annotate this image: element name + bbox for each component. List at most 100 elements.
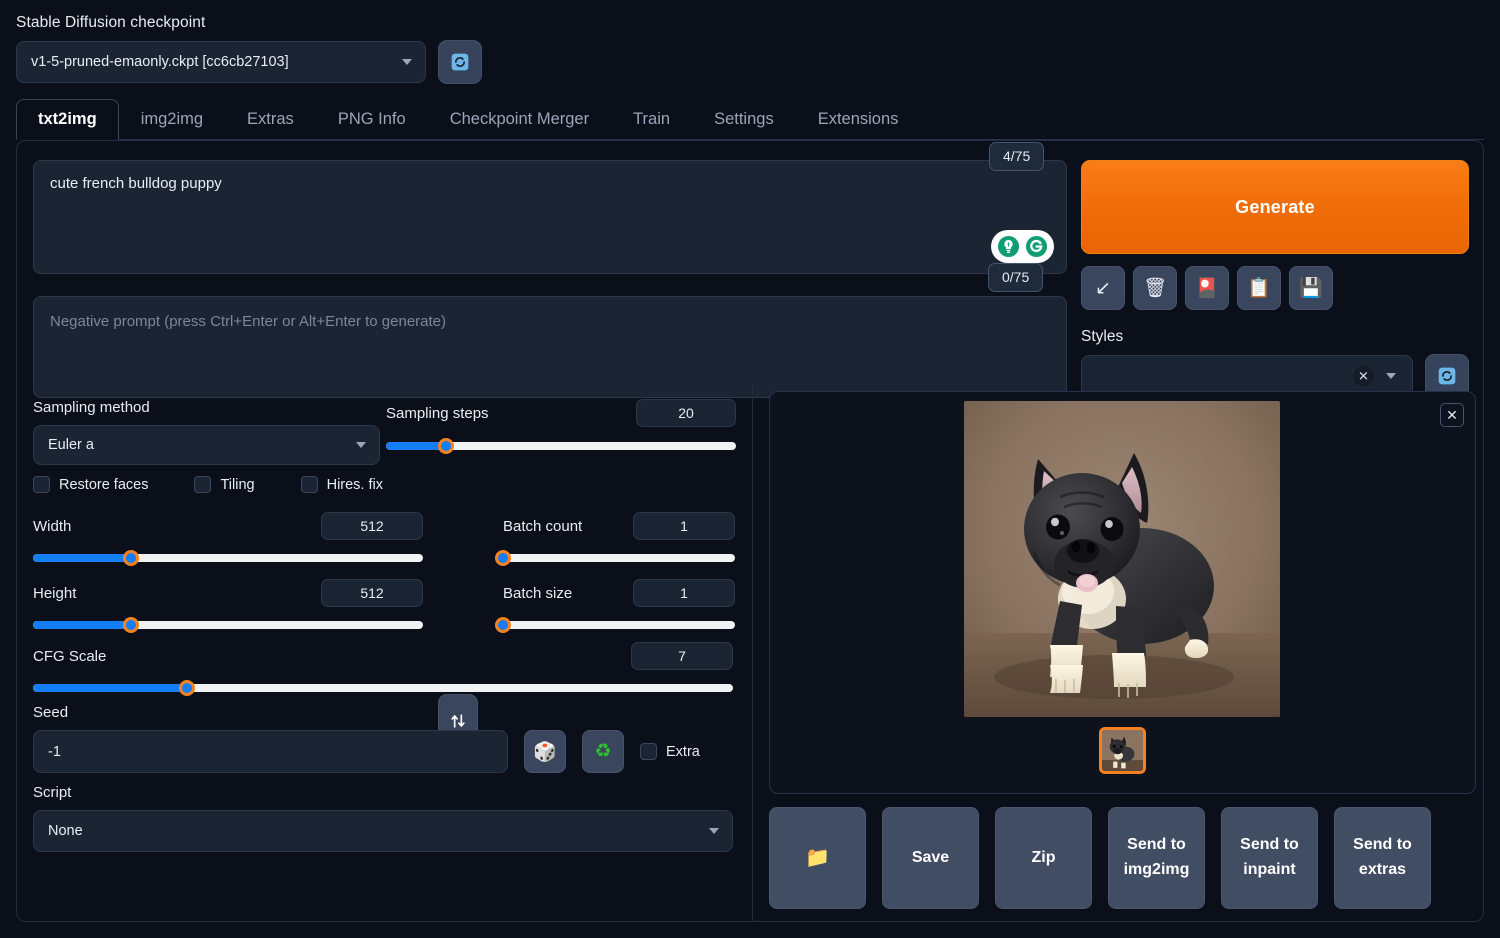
height-label: Height — [33, 584, 77, 602]
save-style-button[interactable]: 💾 — [1289, 266, 1333, 310]
height-slider[interactable] — [33, 617, 423, 633]
restore-faces-label: Restore faces — [59, 476, 149, 493]
tab-extensions[interactable]: Extensions — [796, 99, 921, 139]
main-tab-bar: txt2img img2img Extras PNG Info Checkpoi… — [16, 98, 1484, 140]
chevron-down-icon — [356, 442, 366, 448]
slider-thumb[interactable] — [122, 550, 139, 566]
slider-thumb[interactable] — [122, 617, 139, 633]
checkbox-icon[interactable] — [33, 476, 50, 493]
zip-button[interactable]: Zip — [995, 807, 1092, 909]
send-to-extras-button[interactable]: Send to extras — [1334, 807, 1431, 909]
extra-label: Extra — [666, 743, 700, 760]
floppy-disk-icon: 💾 — [1299, 278, 1323, 299]
checkbox-icon[interactable] — [194, 476, 212, 493]
width-label: Width — [33, 517, 72, 535]
script-dropdown[interactable]: None — [33, 810, 733, 852]
styles-label: Styles — [1081, 328, 1124, 345]
apply-style-button[interactable]: 🎴 — [1185, 266, 1229, 310]
batch-count-label: Batch count — [503, 517, 583, 535]
sampling-steps-value[interactable]: 20 — [636, 399, 736, 427]
slider-thumb[interactable] — [495, 617, 511, 633]
batch-count-slider[interactable] — [495, 550, 735, 566]
dice-icon: 🎲 — [533, 741, 557, 763]
save-button[interactable]: Save — [882, 807, 979, 909]
gallery-thumbnail-strip — [770, 727, 1475, 774]
refresh-checkpoints-button[interactable] — [438, 40, 482, 84]
result-section: ✕ 📁 Save Zip Send to img2img Send to inp… — [761, 384, 1484, 909]
tab-extras[interactable]: Extras — [225, 99, 316, 139]
script-value: None — [48, 823, 83, 839]
tab-png-info[interactable]: PNG Info — [316, 99, 428, 139]
chevron-down-icon — [709, 828, 719, 834]
read-generation-params-button[interactable]: ↙ — [1081, 266, 1125, 310]
cfg-scale-value[interactable]: 7 — [631, 642, 733, 670]
negative-prompt-input[interactable]: Negative prompt (press Ctrl+Enter or Alt… — [33, 263, 1067, 398]
sampling-method-value: Euler a — [48, 437, 94, 453]
tab-txt2img[interactable]: txt2img — [16, 98, 119, 140]
sampling-steps-slider[interactable] — [386, 438, 736, 454]
width-slider[interactable] — [33, 550, 423, 566]
stable-diffusion-webui: Stable Diffusion checkpoint v1-5-pruned-… — [0, 0, 1500, 938]
restore-faces-toggle[interactable]: Restore faces — [33, 476, 148, 493]
clipboard-icon: 📋 — [1247, 278, 1271, 299]
cfg-scale-group: CFG Scale 7 — [33, 642, 733, 696]
batch-size-label: Batch size — [503, 584, 573, 602]
checkbox-icon[interactable] — [300, 476, 318, 493]
sampling-method-dropdown[interactable]: Euler a — [33, 425, 380, 465]
prompt-token-counter: 4/75 — [989, 142, 1045, 171]
lightbulb-icon[interactable] — [996, 234, 1022, 260]
close-result-button[interactable]: ✕ — [1440, 403, 1464, 427]
batch-count-value[interactable]: 1 — [633, 512, 735, 540]
extra-seed-toggle[interactable]: Extra — [640, 743, 700, 760]
tab-settings[interactable]: Settings — [692, 99, 796, 139]
script-group: Script None — [33, 784, 733, 852]
tab-img2img[interactable]: img2img — [119, 99, 225, 139]
send-to-img2img-button[interactable]: Send to img2img — [1108, 807, 1205, 909]
gallery-thumbnail[interactable] — [1099, 727, 1146, 774]
hires-fix-toggle[interactable]: Hires. fix — [300, 476, 383, 493]
tiling-toggle[interactable]: Tiling — [194, 476, 255, 493]
checkbox-icon[interactable] — [640, 743, 657, 760]
open-folder-button[interactable]: 📁 — [769, 807, 866, 909]
txt2img-panel: cute french bulldog puppy 4/75 Negative … — [16, 140, 1484, 922]
checkpoint-label: Stable Diffusion checkpoint — [16, 14, 206, 31]
sampling-steps-label: Sampling steps — [386, 404, 489, 422]
generate-button[interactable]: Generate — [1081, 160, 1469, 254]
batch-size-slider[interactable] — [495, 617, 735, 633]
checkpoint-dropdown[interactable]: v1-5-pruned-emaonly.ckpt [cc6cb27103] — [16, 41, 426, 83]
tab-train[interactable]: Train — [611, 99, 692, 139]
clear-prompt-button[interactable]: 🗑 — [1133, 266, 1177, 310]
script-label: Script — [33, 784, 72, 801]
reuse-seed-button[interactable]: ♻ — [582, 730, 624, 773]
seed-input[interactable]: -1 — [33, 730, 508, 773]
checkpoint-value: v1-5-pruned-emaonly.ckpt [cc6cb27103] — [31, 54, 289, 70]
cfg-scale-label: CFG Scale — [33, 647, 107, 665]
seed-value: -1 — [48, 743, 61, 760]
sampling-method-group: Sampling method Euler a — [33, 399, 380, 465]
random-seed-button[interactable]: 🎲 — [524, 730, 566, 773]
paste-clipboard-button[interactable]: 📋 — [1237, 266, 1281, 310]
batch-size-group: Batch size 1 — [495, 579, 735, 633]
send-to-inpaint-button[interactable]: Send to inpaint — [1221, 807, 1318, 909]
restore-progress-icon[interactable] — [1024, 234, 1050, 260]
prompt-section: cute french bulldog puppy 4/75 Negative … — [33, 142, 1067, 398]
prompt-input[interactable]: cute french bulldog puppy 4/75 — [33, 142, 1067, 274]
seed-group: Seed -1 🎲 ♻ Extra — [33, 704, 733, 773]
slider-fill — [33, 554, 131, 562]
tab-checkpoint-merger[interactable]: Checkpoint Merger — [428, 99, 611, 139]
height-value[interactable]: 512 — [321, 579, 423, 607]
generated-image[interactable] — [964, 401, 1280, 717]
prompt-extra-networks-pill[interactable] — [991, 230, 1054, 263]
toggle-row: Restore faces Tiling Hires. fix — [33, 476, 383, 493]
negative-prompt-token-counter: 0/75 — [988, 263, 1044, 292]
batch-count-group: Batch count 1 — [495, 512, 735, 566]
slider-track — [503, 621, 735, 629]
slider-thumb[interactable] — [179, 680, 195, 696]
batch-size-value[interactable]: 1 — [633, 579, 735, 607]
slider-thumb[interactable] — [437, 438, 454, 454]
width-value[interactable]: 512 — [321, 512, 423, 540]
prompt-tool-row: ↙ 🗑 🎴 📋 💾 — [1081, 266, 1469, 310]
cfg-scale-slider[interactable] — [33, 680, 733, 696]
slider-thumb[interactable] — [495, 550, 511, 566]
checkpoint-section: Stable Diffusion checkpoint v1-5-pruned-… — [16, 14, 506, 84]
